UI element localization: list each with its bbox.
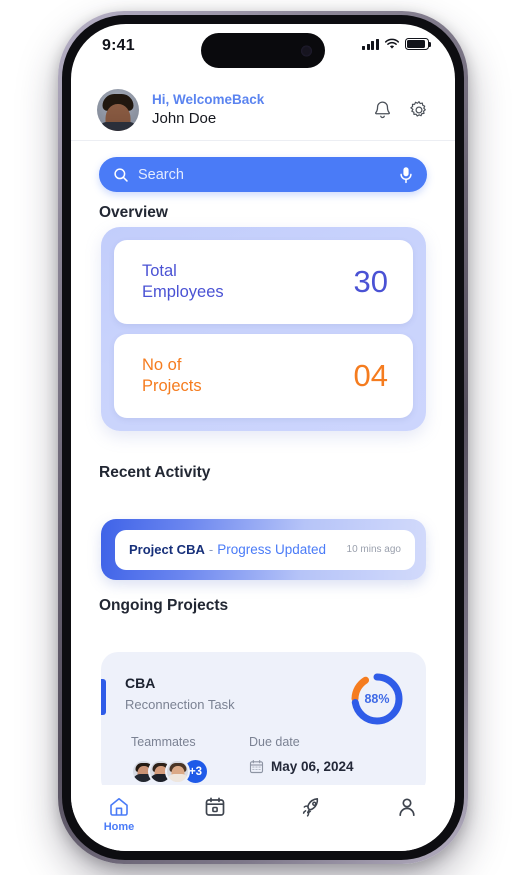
dynamic-island <box>201 33 325 68</box>
bottom-navigation: Home <box>71 785 455 851</box>
no-of-projects-label: No of Projects <box>142 355 202 397</box>
bell-icon[interactable] <box>373 100 392 120</box>
recent-activity-card[interactable]: Project CBA - Progress Updated 10 mins a… <box>101 519 426 580</box>
due-date-row: May 06, 2024 <box>249 759 354 774</box>
nav-item-calendar[interactable] <box>183 795 247 819</box>
header-actions <box>373 100 429 120</box>
gear-icon[interactable] <box>409 100 429 120</box>
user-name: John Doe <box>152 109 217 127</box>
activity-separator: - <box>208 542 214 557</box>
project-task: Reconnection Task <box>125 697 235 712</box>
recent-activity-heading: Recent Activity <box>99 464 211 481</box>
no-of-projects-card[interactable]: No of Projects 04 <box>114 334 413 418</box>
teammate-avatars[interactable]: +3 <box>131 758 209 785</box>
nav-label-home: Home <box>103 821 135 833</box>
search-input[interactable] <box>138 166 399 183</box>
nav-item-launch[interactable] <box>279 795 343 819</box>
no-of-projects-value: 04 <box>353 358 388 393</box>
ongoing-projects-heading: Ongoing Projects <box>99 597 229 614</box>
due-date-label: Due date <box>249 735 300 749</box>
calendar-icon <box>205 797 225 816</box>
activity-timestamp: 10 mins ago <box>346 544 401 555</box>
no-of-projects-label-line1: No of <box>142 355 182 374</box>
progress-ring: 88% <box>349 671 405 727</box>
no-of-projects-label-line2: Projects <box>142 377 202 395</box>
wifi-icon <box>384 38 400 49</box>
total-employees-label-line1: Total <box>142 261 177 280</box>
status-indicators <box>362 38 432 50</box>
screenshot-root: 9:41 Hi, WelcomeBack John Doe Search Ove… <box>0 0 525 875</box>
status-time: 9:41 <box>102 37 135 54</box>
total-employees-card[interactable]: Total Employees 30 <box>114 240 413 324</box>
activity-item[interactable]: Project CBA - Progress Updated 10 mins a… <box>115 529 415 570</box>
activity-project-name: Project CBA <box>129 542 205 557</box>
status-bar: 9:41 <box>71 24 455 72</box>
due-date-value: May 06, 2024 <box>271 759 354 774</box>
nav-item-home[interactable]: Home <box>87 795 151 833</box>
total-employees-label: Total Employees <box>142 261 224 303</box>
calendar-icon <box>249 759 264 774</box>
phone-screen: 9:41 Hi, WelcomeBack John Doe Search Ove… <box>71 24 455 851</box>
overview-heading: Overview <box>99 204 168 221</box>
total-employees-value: 30 <box>353 264 388 299</box>
overview-panel: Total Employees 30 No of Projects 04 <box>101 227 426 431</box>
teammates-label: Teammates <box>131 735 196 749</box>
app-header: Hi, WelcomeBack John Doe <box>71 79 455 141</box>
nav-item-profile[interactable] <box>375 795 439 819</box>
rocket-icon <box>302 798 319 817</box>
teammate-avatar[interactable] <box>165 759 190 784</box>
search-icon <box>114 167 128 182</box>
project-accent-bar <box>101 679 106 715</box>
front-camera-icon <box>301 45 312 56</box>
cellular-bars-icon <box>362 38 379 50</box>
project-name: CBA <box>125 675 156 691</box>
due-date-block: Due date May 06, 2024 <box>249 735 354 774</box>
activity-status: Progress Updated <box>217 542 327 557</box>
total-employees-label-line2: Employees <box>142 283 224 301</box>
greeting-text: Hi, WelcomeBack <box>152 92 265 108</box>
home-icon <box>110 798 128 816</box>
microphone-icon[interactable] <box>399 166 413 184</box>
battery-icon <box>405 38 432 50</box>
project-card[interactable]: CBA Reconnection Task 88% Teammates +3 D… <box>101 652 426 796</box>
search-bar[interactable] <box>99 157 427 192</box>
greeting-block: Hi, WelcomeBack John Doe <box>152 91 264 127</box>
person-icon <box>399 798 415 817</box>
progress-percent: 88% <box>364 692 390 706</box>
teammates-block: Teammates +3 <box>131 735 209 785</box>
avatar-shirt <box>98 121 138 131</box>
avatar[interactable] <box>97 88 139 131</box>
